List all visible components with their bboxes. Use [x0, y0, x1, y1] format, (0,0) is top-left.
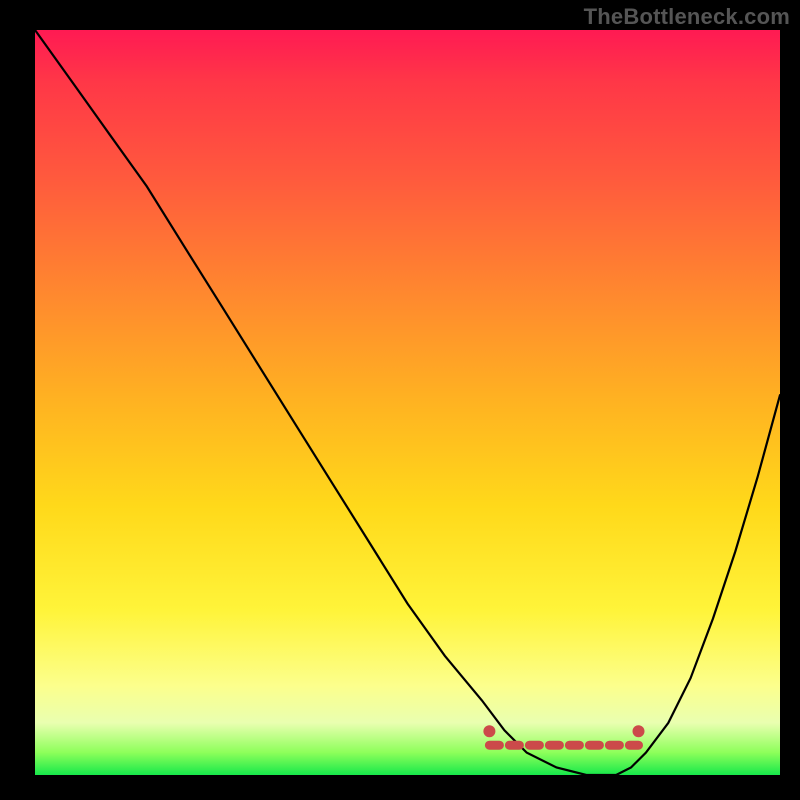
- optimal-band-end-dot: [633, 725, 645, 737]
- plot-area: [35, 30, 780, 775]
- optimal-band-start-dot: [483, 725, 495, 737]
- chart-container: TheBottleneck.com: [0, 0, 800, 800]
- curve-svg: [35, 30, 780, 775]
- watermark-text: TheBottleneck.com: [584, 4, 790, 30]
- bottleneck-curve: [35, 30, 780, 775]
